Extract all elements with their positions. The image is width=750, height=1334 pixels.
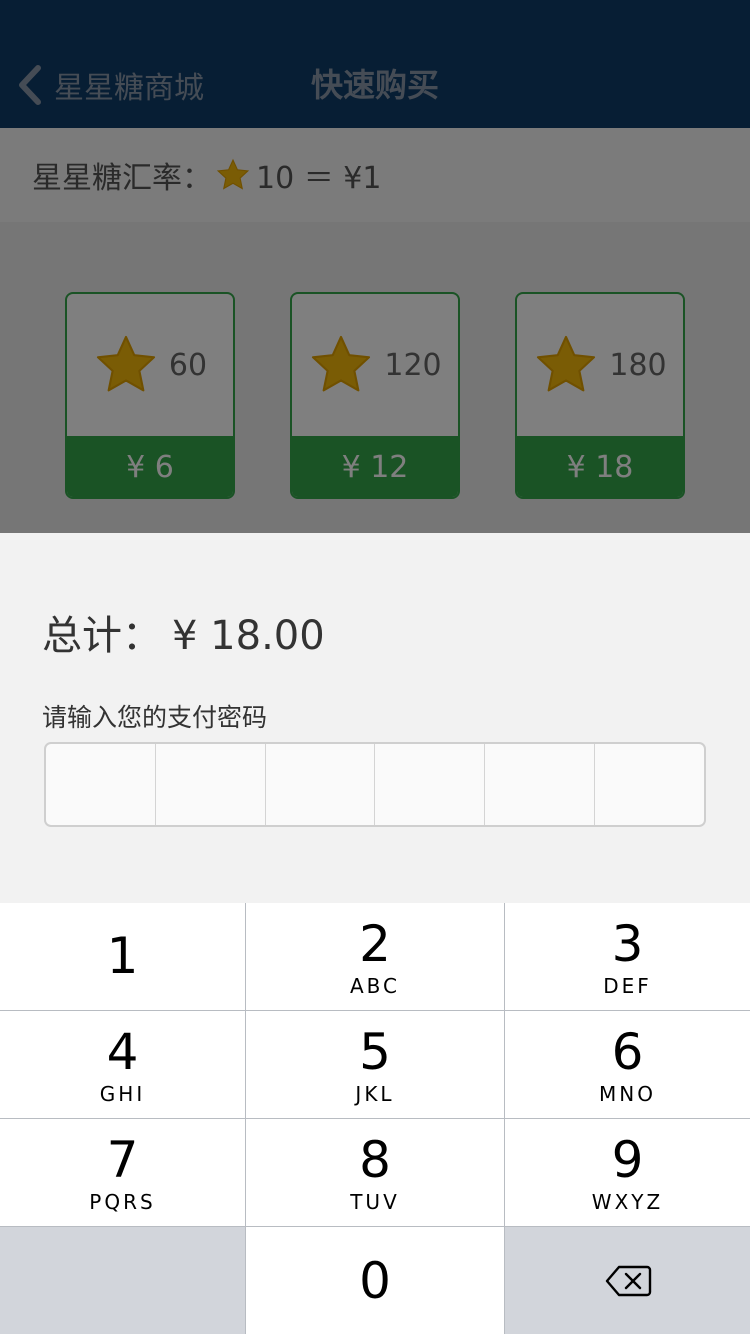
key-8[interactable]: 8 TUV — [246, 1119, 504, 1226]
key-5[interactable]: 5 JKL — [246, 1011, 504, 1118]
key-digit: 6 — [611, 1022, 644, 1081]
key-digit: 5 — [359, 1022, 391, 1081]
key-digit: 3 — [611, 914, 644, 973]
key-7[interactable]: 7 PQRS — [0, 1119, 245, 1226]
key-letters: ABC — [349, 973, 400, 998]
backspace-icon — [605, 1265, 651, 1296]
password-input[interactable] — [44, 742, 706, 827]
key-3[interactable]: 3 DEF — [505, 903, 750, 1010]
password-digit-cell[interactable] — [156, 744, 266, 825]
key-letters: GHI — [99, 1081, 146, 1106]
password-prompt: 请输入您的支付密码 — [42, 703, 268, 732]
total-value: ¥ 18.00 — [172, 613, 325, 659]
password-digit-cell[interactable] — [266, 744, 376, 825]
key-digit: 9 — [611, 1130, 644, 1189]
key-digit: 2 — [359, 914, 391, 973]
key-digit: 0 — [359, 1251, 391, 1310]
payment-sheet: 总计： ¥ 18.00 请输入您的支付密码 — [0, 533, 750, 903]
key-4[interactable]: 4 GHI — [0, 1011, 245, 1118]
delete-key[interactable] — [505, 1227, 750, 1334]
key-1[interactable]: 1 — [0, 903, 245, 1010]
key-9[interactable]: 9 WXYZ — [505, 1119, 750, 1226]
key-digit: 1 — [106, 926, 139, 985]
key-digit: 4 — [106, 1022, 139, 1081]
password-digit-cell[interactable] — [375, 744, 486, 825]
key-letters: PQRS — [89, 1189, 156, 1214]
key-letters: WXYZ — [591, 1189, 664, 1214]
total-label: 总计： — [42, 613, 162, 659]
key-blank — [0, 1227, 245, 1334]
key-digit: 7 — [106, 1130, 139, 1189]
key-letters: MNO — [599, 1081, 656, 1106]
key-6[interactable]: 6 MNO — [505, 1011, 750, 1118]
total-amount: 总计： ¥ 18.00 — [42, 603, 325, 661]
key-letters: JKL — [355, 1081, 395, 1106]
key-letters: TUV — [350, 1189, 400, 1214]
key-2[interactable]: 2 ABC — [246, 903, 504, 1010]
password-digit-cell[interactable] — [485, 744, 596, 825]
password-digit-cell[interactable] — [46, 744, 156, 825]
key-letters: DEF — [603, 973, 652, 998]
key-digit: 8 — [359, 1130, 391, 1189]
key-0[interactable]: 0 — [246, 1227, 504, 1334]
numeric-keypad: 1 2 ABC 3 DEF 4 GHI 5 JKL 6 MNO 7 PQRS 8… — [0, 903, 750, 1334]
modal-backdrop[interactable] — [0, 0, 750, 533]
password-digit-cell[interactable] — [595, 744, 704, 825]
